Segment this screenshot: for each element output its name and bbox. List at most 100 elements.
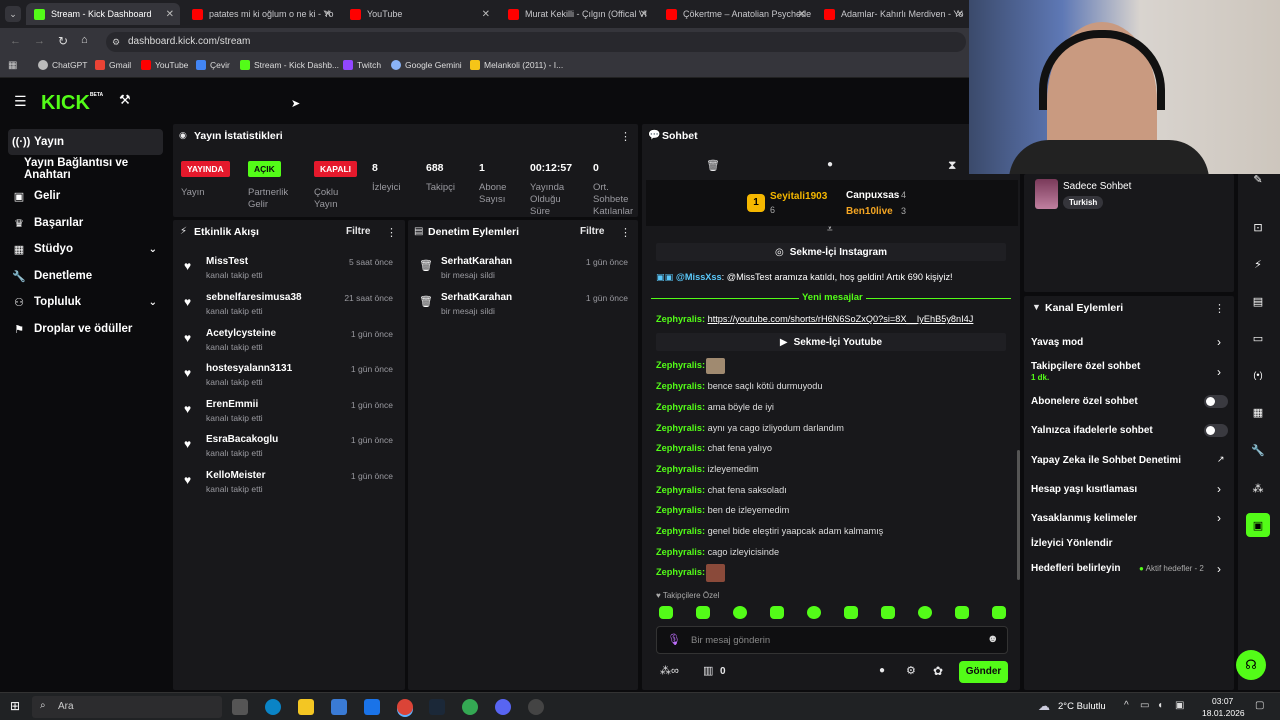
send-button[interactable]: Gönder: [959, 661, 1008, 683]
taskbar-search[interactable]: ⌕ Ara: [32, 696, 222, 718]
emote-button[interactable]: [881, 606, 895, 619]
browser-tab[interactable]: Stream - Kick Dashboard ✕: [26, 3, 180, 25]
hourglass-icon[interactable]: ⧗: [948, 158, 956, 173]
emote-button[interactable]: [733, 606, 747, 619]
menu-icon[interactable]: ☰: [14, 93, 27, 110]
site-info-icon[interactable]: ⚙: [112, 32, 120, 52]
tab-list-chevron-icon[interactable]: ⌄: [5, 6, 21, 22]
action-slow-mode[interactable]: Yavaş mod: [1031, 337, 1083, 348]
action-banned-words[interactable]: Yasaklanmış kelimeler: [1031, 513, 1137, 524]
close-tab-icon[interactable]: ✕: [324, 9, 332, 20]
close-tab-icon[interactable]: ✕: [482, 9, 490, 20]
bookmark-item[interactable]: Google Gemini: [391, 60, 462, 70]
tray-chevron-icon[interactable]: ^: [1124, 700, 1129, 711]
list-item[interactable]: ♥ EsraBacakoglu kanalı takip etti 1 gün önc…: [173, 434, 403, 468]
chevron-right-icon[interactable]: ›: [1217, 335, 1221, 349]
leader-name[interactable]: Seyitali1903: [770, 191, 827, 202]
chrome-icon[interactable]: [397, 699, 413, 715]
list-item[interactable]: ♥ hostesyalann3131 kanalı takip etti 1 gün …: [173, 363, 403, 397]
sidebar-item-yayin[interactable]: ((·)) Yayın: [8, 129, 163, 155]
bookmark-item[interactable]: Çevir: [196, 60, 230, 70]
obs-icon[interactable]: [528, 699, 544, 715]
reload-icon[interactable]: ↻: [58, 34, 68, 48]
file-explorer-icon[interactable]: [298, 699, 314, 715]
hammer-icon[interactable]: ⚒: [119, 92, 131, 108]
browser-tab[interactable]: YouTube ✕: [342, 3, 496, 25]
mail-icon[interactable]: [364, 699, 380, 715]
broadcast-icon[interactable]: (•): [1246, 363, 1270, 387]
subscribers-only-toggle[interactable]: [1204, 395, 1228, 408]
external-link-icon[interactable]: ↗: [1217, 454, 1225, 465]
browser-tab[interactable]: Adamlar- Kahırlı Merdiven - Yo ✕: [816, 3, 970, 25]
layers-icon[interactable]: ▦: [1246, 400, 1270, 424]
action-account-age[interactable]: Hesap yaşı kısıtlaması: [1031, 484, 1137, 495]
emote-button[interactable]: [918, 606, 932, 619]
notification-icon[interactable]: ▢: [1255, 700, 1264, 711]
sidebar-item-topluluk[interactable]: ⚇ Topluluk ⌄: [8, 289, 163, 315]
trash-icon[interactable]: 🗑: [706, 159, 720, 172]
share-icon[interactable]: ⁂: [1246, 476, 1270, 500]
emote-button[interactable]: [770, 606, 784, 619]
discord-icon[interactable]: [495, 699, 511, 715]
activity-filter-button[interactable]: Filtre: [346, 226, 370, 237]
action-set-goals[interactable]: Hedefleri belirleyin: [1031, 563, 1120, 574]
bookmark-item[interactable]: Stream - Kick Dashb...: [240, 60, 339, 70]
chrome-profile-icon[interactable]: [462, 699, 478, 715]
leader-name[interactable]: Ben10live: [846, 206, 893, 217]
apps-grid-icon[interactable]: ▦: [8, 60, 17, 71]
wrench-icon[interactable]: 🔧: [1246, 438, 1270, 462]
emote-button[interactable]: [844, 606, 858, 619]
chat-settings-bubble-icon[interactable]: ●: [879, 665, 885, 676]
gear-icon[interactable]: ⚙: [906, 664, 916, 677]
side-chat-name[interactable]: Sadece Sohbet: [1063, 181, 1131, 192]
bookmark-item[interactable]: Gmail: [95, 60, 131, 70]
browser-tab[interactable]: Murat Kekilli - Çılgın (Offical Vi ✕: [500, 3, 654, 25]
emote-only-toggle[interactable]: [1204, 424, 1228, 437]
gift-icon[interactable]: ▥: [703, 664, 713, 677]
url-field[interactable]: ⚙ dashboard.kick.com/stream: [106, 32, 966, 52]
list-item[interactable]: 🗑 SerhatKarahan bir mesajı sildi 1 gün önce: [408, 256, 638, 290]
bookmark-item[interactable]: ChatGPT: [38, 60, 87, 70]
pinned-instagram[interactable]: ◎ Sekme-İçi Instagram: [656, 243, 1006, 261]
store-icon[interactable]: [331, 699, 347, 715]
crop-icon[interactable]: ⊡: [1246, 215, 1270, 239]
document-icon[interactable]: ▤: [1246, 289, 1270, 313]
sidebar-item-studyo[interactable]: ▦ Stüdyo ⌄: [8, 236, 163, 262]
chat-bubble-icon[interactable]: ●: [827, 159, 833, 170]
list-item[interactable]: ♥ ErenEmmii kanalı takip etti 1 gün önce: [173, 399, 403, 433]
moderation-filter-button[interactable]: Filtre: [580, 226, 604, 237]
windows-start-icon[interactable]: ⊞: [10, 699, 20, 713]
emote-button[interactable]: [659, 606, 673, 619]
browser-tab[interactable]: Çökertme – Anatolian Psychede ✕: [658, 3, 812, 25]
list-item[interactable]: ♥ KelloMeister kanalı takip etti 1 gün önce: [173, 470, 403, 504]
collapse-icon[interactable]: ⩡: [827, 224, 833, 235]
steam-icon[interactable]: [429, 699, 445, 715]
edge-icon[interactable]: [265, 699, 281, 715]
puzzle-icon[interactable]: ✿: [933, 664, 943, 678]
chevron-right-icon[interactable]: ›: [1217, 482, 1221, 496]
chevron-right-icon[interactable]: ›: [1217, 562, 1221, 576]
chevron-right-icon[interactable]: ›: [1217, 511, 1221, 525]
bookmark-item[interactable]: Twitch: [343, 60, 381, 70]
sidebar-item-gelir[interactable]: ▣ Gelir: [8, 183, 163, 209]
emote-button[interactable]: [807, 606, 821, 619]
browser-tab[interactable]: patates mi ki oğlum o ne ki - Yo ✕: [184, 3, 338, 25]
leader-name[interactable]: Canpuxsas: [846, 190, 899, 201]
close-tab-icon[interactable]: ✕: [798, 9, 806, 20]
action-subscribers-only[interactable]: Abonelere özel sohbet: [1031, 396, 1138, 407]
microphone-icon[interactable]: 🎙: [667, 633, 681, 646]
bookmark-item[interactable]: Melankoli (2011) - I...: [470, 60, 563, 70]
weather-text[interactable]: 2°C Bulutlu: [1058, 701, 1106, 712]
action-followers-only[interactable]: Takipçilere özel sohbet: [1031, 361, 1140, 372]
chat-icon[interactable]: ▭: [1246, 326, 1270, 350]
kick-logo[interactable]: KICKBETA: [41, 92, 103, 115]
more-options-icon[interactable]: ⋮: [620, 130, 631, 143]
emoji-icon[interactable]: ☻: [987, 633, 999, 645]
language-icon[interactable]: ▣: [1175, 700, 1184, 711]
more-options-icon[interactable]: ⋮: [386, 226, 397, 239]
sidebar-item-denetleme[interactable]: 🔧 Denetleme: [8, 263, 163, 289]
close-tab-icon[interactable]: ✕: [166, 9, 174, 20]
emote-button[interactable]: [992, 606, 1006, 619]
list-item[interactable]: ♥ MissTest kanalı takip etti 5 saat önce: [173, 256, 403, 290]
list-item[interactable]: 🗑 SerhatKarahan bir mesajı sildi 1 gün önce: [408, 292, 638, 326]
